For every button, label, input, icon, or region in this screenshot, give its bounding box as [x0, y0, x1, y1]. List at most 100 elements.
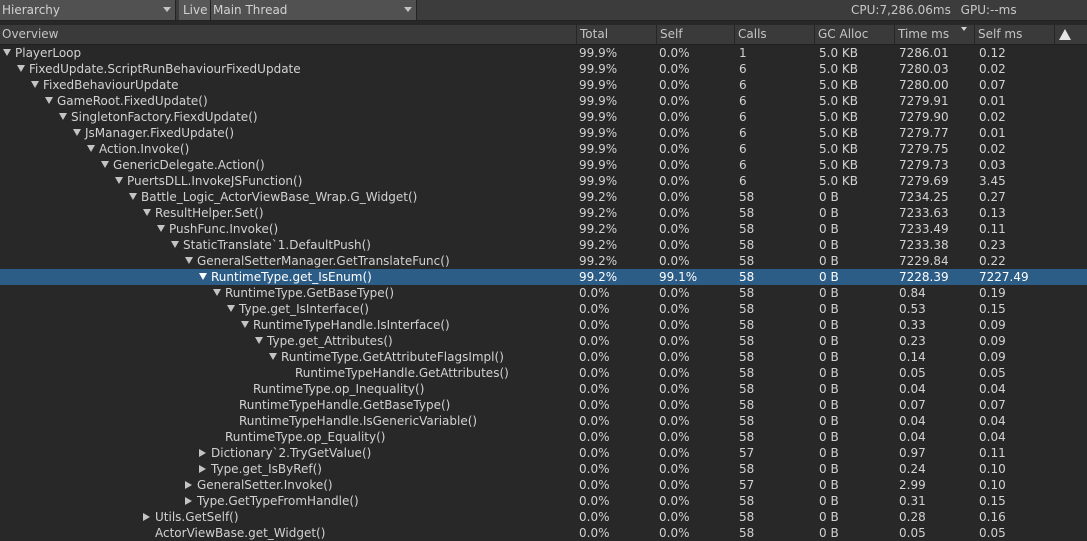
expand-triangle-icon[interactable]: [171, 241, 179, 248]
row-name: GameRoot.FixedUpdate(): [57, 94, 208, 108]
expand-triangle-icon[interactable]: [143, 209, 151, 216]
row-name: RuntimeTypeHandle.IsInterface(): [253, 318, 450, 332]
row-time: 0.04: [899, 382, 926, 396]
table-row[interactable]: ResultHelper.Set() 99.2% 0.0% 58 0 B 7233.63 0…: [0, 205, 1087, 221]
row-self: 0.0%: [659, 142, 690, 156]
row-time: 0.53: [899, 302, 926, 316]
warning-triangle-icon: [1059, 29, 1071, 40]
row-selfms: 0.03: [979, 158, 1006, 172]
row-calls: 58: [739, 366, 755, 380]
table-row[interactable]: RuntimeType.op_Inequality() 0.0% 0.0% 58 0 B…: [0, 381, 1087, 397]
collapsed-triangle-icon[interactable]: [143, 513, 150, 521]
expand-triangle-icon[interactable]: [199, 273, 207, 280]
row-name: RuntimeType.get_IsEnum(): [211, 270, 372, 284]
row-self: 0.0%: [659, 78, 690, 92]
column-header-overview[interactable]: Overview: [0, 25, 576, 44]
expand-triangle-icon[interactable]: [213, 289, 221, 296]
row-name: RuntimeTypeHandle.IsGenericVariable(): [239, 414, 478, 428]
expand-triangle-icon[interactable]: [3, 49, 11, 56]
table-row[interactable]: Utils.GetSelf() 0.0% 0.0% 58 0 B 0.28 0.16: [0, 509, 1087, 525]
row-total: 99.2%: [579, 238, 618, 252]
module-dropdown[interactable]: Hierarchy: [0, 0, 176, 20]
table-row[interactable]: GenericDelegate.Action() 99.9% 0.0% 6 5.0 KB…: [0, 157, 1087, 173]
column-options-button[interactable]: [1057, 26, 1073, 42]
column-header-calls[interactable]: Calls: [734, 25, 814, 44]
table-row[interactable]: FixedUpdate.ScriptRunBehaviourFixedUpdat…: [0, 61, 1087, 77]
row-time: 7279.91: [899, 94, 949, 108]
row-name: RuntimeTypeHandle.GetBaseType(): [239, 398, 451, 412]
table-row[interactable]: ActorViewBase.get_Widget() 0.0% 0.0% 58 0 B 0…: [0, 525, 1087, 541]
expand-triangle-icon[interactable]: [129, 193, 137, 200]
table-row[interactable]: Type.get_IsInterface() 0.0% 0.0% 58 0 B 0.53 0…: [0, 301, 1087, 317]
table-row[interactable]: JsManager.FixedUpdate() 99.9% 0.0% 6 5.0 KB 7…: [0, 125, 1087, 141]
expand-triangle-icon[interactable]: [17, 65, 25, 72]
row-time: 7279.75: [899, 142, 949, 156]
table-row[interactable]: Type.get_Attributes() 0.0% 0.0% 58 0 B 0.23 0.…: [0, 333, 1087, 349]
collapsed-triangle-icon[interactable]: [185, 481, 192, 489]
table-row[interactable]: PushFunc.Invoke() 99.2% 0.0% 58 0 B 7233.49 0.…: [0, 221, 1087, 237]
table-row[interactable]: PuertsDLL.InvokeJSFunction() 99.9% 0.0% 6 5.…: [0, 173, 1087, 189]
expand-triangle-icon[interactable]: [87, 145, 95, 152]
table-row[interactable]: Type.GetTypeFromHandle() 0.0% 0.0% 58 0 B 0.3…: [0, 493, 1087, 509]
table-row[interactable]: PlayerLoop 99.9% 0.0% 1 5.0 KB 7286.01 0.12: [0, 45, 1087, 61]
row-total: 0.0%: [579, 318, 610, 332]
table-row[interactable]: GameRoot.FixedUpdate() 99.9% 0.0% 6 5.0 KB 72…: [0, 93, 1087, 109]
column-header: Overview Total Self Calls GC Alloc Time …: [0, 25, 1087, 45]
expand-triangle-icon[interactable]: [59, 113, 67, 120]
table-row[interactable]: RuntimeType.get_IsEnum() 99.2% 99.1% 58 0 B 7…: [0, 269, 1087, 285]
collapsed-triangle-icon[interactable]: [199, 449, 206, 457]
row-name: JsManager.FixedUpdate(): [85, 126, 235, 140]
expand-triangle-icon[interactable]: [157, 225, 165, 232]
table-row[interactable]: GeneralSetter.Invoke() 0.0% 0.0% 57 0 B 2.99 0…: [0, 477, 1087, 493]
row-time: 0.24: [899, 462, 926, 476]
row-total: 99.2%: [579, 254, 618, 268]
row-time: 0.04: [899, 430, 926, 444]
expand-triangle-icon[interactable]: [269, 353, 277, 360]
row-total: 0.0%: [579, 382, 610, 396]
expand-triangle-icon[interactable]: [101, 161, 109, 168]
collapsed-triangle-icon[interactable]: [185, 497, 192, 505]
expand-triangle-icon[interactable]: [31, 81, 39, 88]
row-selfms: 0.15: [979, 494, 1006, 508]
row-self: 0.0%: [659, 62, 690, 76]
row-time: 7229.84: [899, 254, 949, 268]
table-row[interactable]: RuntimeTypeHandle.GetBaseType() 0.0% 0.0% 5…: [0, 397, 1087, 413]
row-time: 0.14: [899, 350, 926, 364]
expand-triangle-icon[interactable]: [255, 337, 263, 344]
frame-stats: CPU:7,286.06ms GPU:--ms: [847, 0, 1087, 20]
column-header-gc-alloc[interactable]: GC Alloc: [814, 25, 894, 44]
row-calls: 58: [739, 526, 755, 540]
column-header-self[interactable]: Self: [656, 25, 734, 44]
table-row[interactable]: RuntimeType.GetBaseType() 0.0% 0.0% 58 0 B 0.…: [0, 285, 1087, 301]
table-row[interactable]: Action.Invoke() 99.9% 0.0% 6 5.0 KB 7279.75 0.…: [0, 141, 1087, 157]
row-gc: 0 B: [819, 206, 839, 220]
table-row[interactable]: Dictionary`2.TryGetValue() 0.0% 0.0% 57 0 B 0…: [0, 445, 1087, 461]
expand-triangle-icon[interactable]: [115, 177, 123, 184]
table-row[interactable]: SingletonFactory.FiexdUpdate() 99.9% 0.0% 6…: [0, 109, 1087, 125]
table-row[interactable]: StaticTranslate`1.DefaultPush() 99.2% 0.0%…: [0, 237, 1087, 253]
table-row[interactable]: RuntimeType.GetAttributeFlagsImpl() 0.0% 0…: [0, 349, 1087, 365]
table-row[interactable]: Battle_Logic_ActorViewBase_Wrap.G_Widget…: [0, 189, 1087, 205]
table-row[interactable]: RuntimeTypeHandle.IsGenericVariable() 0.0…: [0, 413, 1087, 429]
table-row[interactable]: RuntimeTypeHandle.GetAttributes() 0.0% 0.0…: [0, 365, 1087, 381]
table-row[interactable]: FixedBehaviourUpdate 99.9% 0.0% 6 5.0 KB 7280…: [0, 77, 1087, 93]
live-toggle[interactable]: Live: [179, 0, 211, 20]
row-time: 7279.90: [899, 110, 949, 124]
table-row[interactable]: RuntimeType.op_Equality() 0.0% 0.0% 58 0 B 0.…: [0, 429, 1087, 445]
thread-dropdown[interactable]: Main Thread: [211, 0, 417, 20]
column-header-total[interactable]: Total: [576, 25, 656, 44]
row-calls: 58: [739, 190, 755, 204]
expand-triangle-icon[interactable]: [241, 321, 249, 328]
row-self: 0.0%: [659, 510, 690, 524]
expand-triangle-icon[interactable]: [73, 129, 81, 136]
row-self: 0.0%: [659, 110, 690, 124]
table-row[interactable]: Type.get_IsByRef() 0.0% 0.0% 58 0 B 0.24 0.10: [0, 461, 1087, 477]
expand-triangle-icon[interactable]: [45, 97, 53, 104]
row-time: 0.05: [899, 526, 926, 540]
table-row[interactable]: RuntimeTypeHandle.IsInterface() 0.0% 0.0% 5…: [0, 317, 1087, 333]
expand-triangle-icon[interactable]: [227, 305, 235, 312]
column-header-self-ms[interactable]: Self ms: [974, 25, 1054, 44]
expand-triangle-icon[interactable]: [185, 257, 193, 264]
table-row[interactable]: GeneralSetterManager.GetTranslateFunc() 9…: [0, 253, 1087, 269]
collapsed-triangle-icon[interactable]: [199, 465, 206, 473]
